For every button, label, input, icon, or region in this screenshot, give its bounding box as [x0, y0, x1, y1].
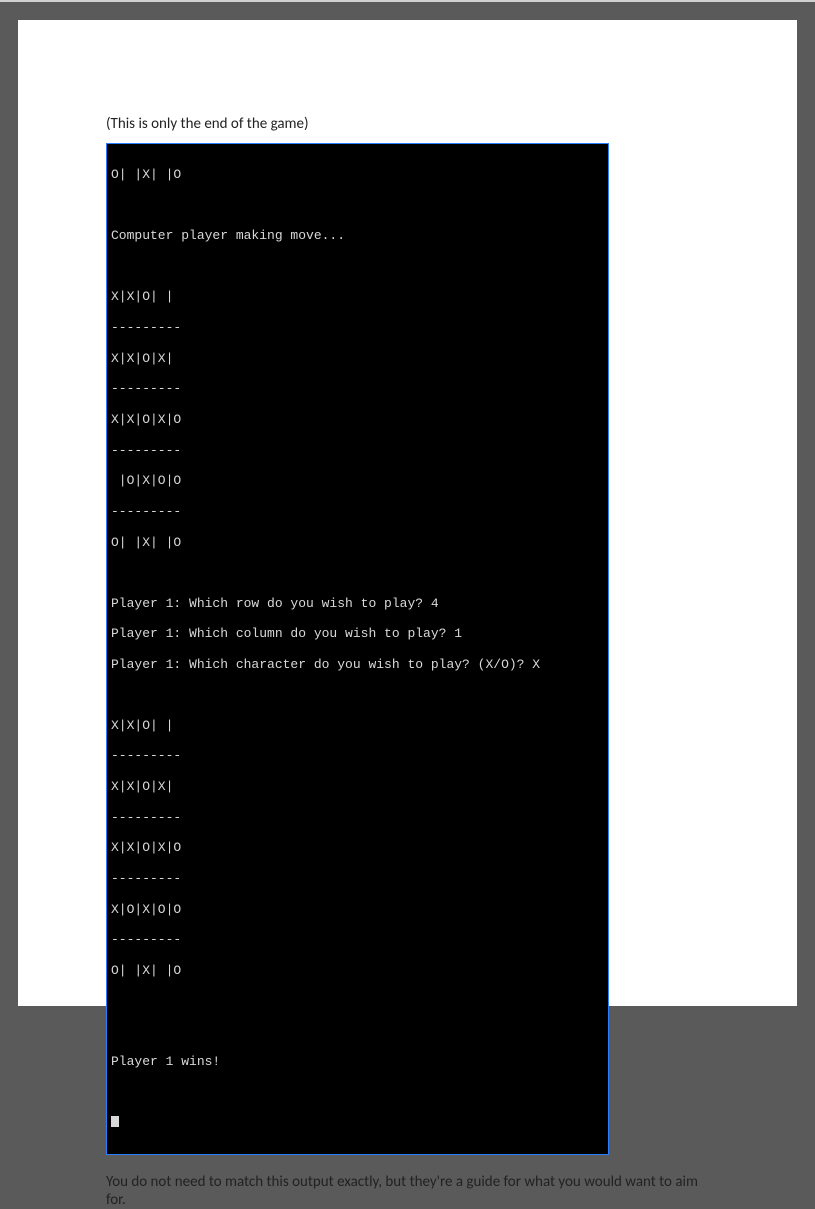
terminal-line: X|O|X|O|O [111, 902, 604, 917]
terminal-line: O| |X| |O [111, 167, 604, 182]
terminal-line [111, 688, 604, 703]
terminal-line: O| |X| |O [111, 535, 604, 550]
terminal-line: X|X|O|X| [111, 779, 604, 794]
terminal-line-last [111, 1115, 604, 1130]
terminal-line: --------- [111, 932, 604, 947]
caption-below: You do not need to match this output exa… [106, 1173, 709, 1209]
page-wrapper: (This is only the end of the game) O| |X… [0, 2, 815, 1024]
terminal-line: --------- [111, 504, 604, 519]
terminal-line: |O|X|O|O [111, 473, 604, 488]
terminal-line: X|X|O| | [111, 718, 604, 733]
terminal-line: Player 1: Which character do you wish to… [111, 657, 604, 672]
terminal-line: X|X|O|X|O [111, 412, 604, 427]
terminal-line: --------- [111, 443, 604, 458]
terminal-line [111, 994, 604, 1009]
terminal-line: Player 1 wins! [111, 1054, 604, 1069]
terminal-line [111, 1085, 604, 1100]
terminal-line: Computer player making move... [111, 228, 604, 243]
caption-above: (This is only the end of the game) [106, 115, 709, 133]
terminal-line: X|X|O| | [111, 289, 604, 304]
terminal-line: --------- [111, 748, 604, 763]
terminal-output: O| |X| |O Computer player making move...… [106, 143, 609, 1155]
terminal-line: --------- [111, 810, 604, 825]
terminal-line [111, 565, 604, 580]
terminal-line [111, 259, 604, 274]
document-page: (This is only the end of the game) O| |X… [18, 20, 797, 1006]
terminal-line: Player 1: Which row do you wish to play?… [111, 596, 604, 611]
terminal-line: --------- [111, 381, 604, 396]
terminal-line [111, 198, 604, 213]
terminal-line: X|X|O|X| [111, 351, 604, 366]
terminal-line: X|X|O|X|O [111, 840, 604, 855]
terminal-line [111, 1024, 604, 1039]
terminal-line: Player 1: Which column do you wish to pl… [111, 626, 604, 641]
terminal-line: --------- [111, 871, 604, 886]
terminal-line: O| |X| |O [111, 963, 604, 978]
terminal-line: --------- [111, 320, 604, 335]
cursor-icon [111, 1116, 119, 1127]
